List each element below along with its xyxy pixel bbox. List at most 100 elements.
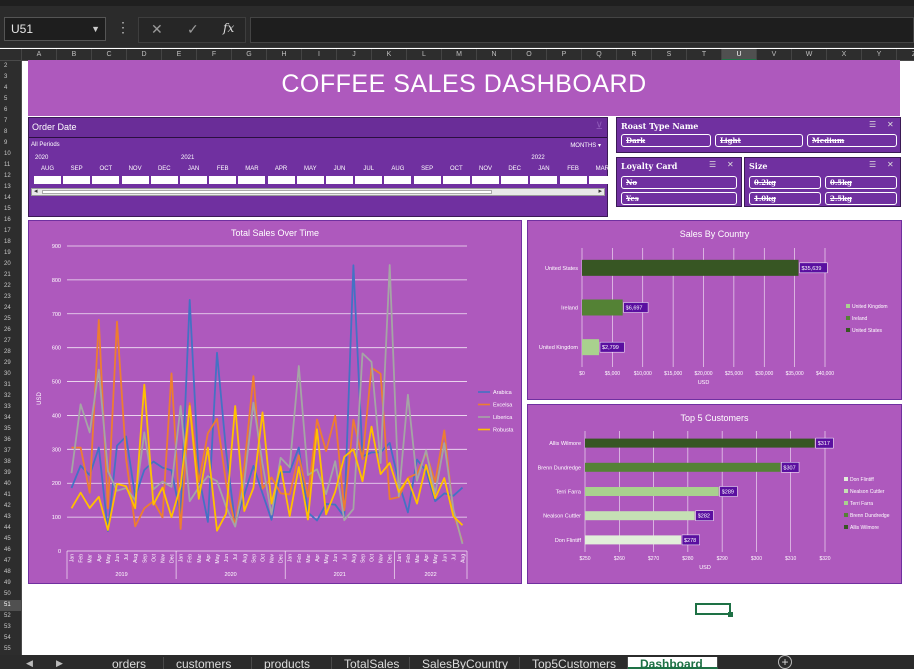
roast-item[interactable]: Medium [807,134,897,147]
timeline-scroll-thumb[interactable] [42,190,492,194]
tab-customers[interactable]: customers [164,657,252,669]
tab-scroll-left-icon[interactable]: ◀ [26,658,33,669]
row-header-17[interactable]: 17 [0,226,21,237]
scroll-left-icon[interactable]: ◂ [34,187,38,195]
row-header-18[interactable]: 18 [0,237,21,248]
order-date-timeline[interactable]: Order Date ⊻ All Periods MONTHS ▾ ◂ ▸ AU… [28,117,616,217]
tab-scroll-right-icon[interactable]: ▶ [56,658,63,669]
row-header-27[interactable]: 27 [0,336,21,347]
scroll-right-icon[interactable]: ▸ [598,187,602,195]
clear-filter-icon[interactable]: ⊻ [596,121,603,132]
timeline-month-cell[interactable] [326,176,353,184]
size-item[interactable]: 2.5kg [825,192,897,205]
timeline-month-cell[interactable] [209,176,237,184]
timeline-month-cell[interactable] [267,176,295,184]
tab-dashboard[interactable]: Dashboard [628,657,718,669]
timeline-month-cell[interactable] [34,176,61,184]
timeline-scrollbar[interactable]: ◂ ▸ [31,188,605,196]
timeline-month-cell[interactable] [413,176,441,184]
timeline-unit-dropdown[interactable]: MONTHS ▾ [570,142,601,149]
row-header-4[interactable]: 4 [0,83,21,94]
row-header-28[interactable]: 28 [0,347,21,358]
roast-type-slicer[interactable]: Roast Type Name ☰ ✕ Dark Light Medium [616,117,901,153]
row-header-33[interactable]: 33 [0,402,21,413]
row-header-31[interactable]: 31 [0,380,21,391]
tab-totalsales[interactable]: TotalSales [332,657,410,669]
row-header-20[interactable]: 20 [0,259,21,270]
row-header-8[interactable]: 8 [0,127,21,138]
row-header-9[interactable]: 9 [0,138,21,149]
row-header-7[interactable]: 7 [0,116,21,127]
timeline-month-cell[interactable] [92,176,120,184]
row-header-50[interactable]: 50 [0,589,21,600]
row-header-32[interactable]: 32 [0,391,21,402]
row-header-36[interactable]: 36 [0,435,21,446]
tab-top5customers[interactable]: Top5Customers [520,657,628,669]
row-header-41[interactable]: 41 [0,490,21,501]
top-customers-chart[interactable]: Top 5 Customers $250 $260 $270 $280 $290 $300… [527,404,902,584]
roast-item[interactable]: Dark [621,134,711,147]
row-header-30[interactable]: 30 [0,369,21,380]
row-header-55[interactable]: 55 [0,644,21,655]
row-header-19[interactable]: 19 [0,248,21,259]
more-options-icon[interactable]: ⋮ [116,19,130,36]
add-sheet-icon[interactable]: + [778,655,792,669]
row-header-45[interactable]: 45 [0,534,21,545]
clear-filter-icon[interactable]: ✕ [887,160,894,169]
tab-salesbycountry[interactable]: SalesByCountry [410,657,520,669]
row-header-34[interactable]: 34 [0,413,21,424]
timeline-month-cell[interactable] [559,176,587,184]
insert-function-icon[interactable]: fx [223,21,234,35]
row-header-40[interactable]: 40 [0,479,21,490]
formula-input[interactable] [250,17,914,43]
row-header-21[interactable]: 21 [0,270,21,281]
row-header-10[interactable]: 10 [0,149,21,160]
timeline-month-cell[interactable] [588,176,616,184]
row-header-11[interactable]: 11 [0,160,21,171]
row-header-39[interactable]: 39 [0,468,21,479]
multi-select-icon[interactable]: ☰ [709,160,716,169]
timeline-month-cell[interactable] [530,176,558,184]
row-header-25[interactable]: 25 [0,314,21,325]
selected-cell[interactable] [695,603,733,617]
row-header-6[interactable]: 6 [0,105,21,116]
timeline-month-cell[interactable] [150,176,178,184]
row-header-43[interactable]: 43 [0,512,21,523]
row-header-51[interactable]: 51 [0,600,21,611]
row-header-49[interactable]: 49 [0,578,21,589]
size-item[interactable]: 0.2kg [749,176,821,189]
timeline-month-cell[interactable] [238,176,266,184]
row-header-14[interactable]: 14 [0,193,21,204]
clear-filter-icon[interactable]: ✕ [727,160,734,169]
timeline-month-cell[interactable] [501,176,529,184]
loyalty-card-slicer[interactable]: Loyalty Card ☰ ✕ No Yes [616,157,742,207]
size-slicer[interactable]: Size ☰ ✕ 0.2kg 0.5kg 1.0kg 2.5kg [744,157,901,207]
loyalty-item[interactable]: No [621,176,737,189]
multi-select-icon[interactable]: ☰ [869,160,876,169]
row-header-47[interactable]: 47 [0,556,21,567]
row-header-52[interactable]: 52 [0,611,21,622]
timeline-month-cell[interactable] [384,176,412,184]
row-header-48[interactable]: 48 [0,567,21,578]
row-header-22[interactable]: 22 [0,281,21,292]
row-header-35[interactable]: 35 [0,424,21,435]
row-header-26[interactable]: 26 [0,325,21,336]
row-header-42[interactable]: 42 [0,501,21,512]
row-header-5[interactable]: 5 [0,94,21,105]
sales-by-country-chart[interactable]: Sales By Country $0 $5,000 $10,000 $15,000 $… [527,220,902,400]
row-header-38[interactable]: 38 [0,457,21,468]
row-header-15[interactable]: 15 [0,204,21,215]
select-all-corner[interactable] [0,49,22,61]
timeline-month-cell[interactable] [442,176,470,184]
timeline-month-cell[interactable] [296,176,324,184]
row-header-13[interactable]: 13 [0,182,21,193]
tab-orders[interactable]: orders [100,657,164,669]
loyalty-item[interactable]: Yes [621,192,737,205]
enter-icon[interactable]: ✓ [187,21,199,38]
chevron-down-icon[interactable]: ▼ [91,18,100,40]
row-header-2[interactable]: 2 [0,61,21,72]
size-item[interactable]: 1.0kg [749,192,821,205]
row-header-44[interactable]: 44 [0,523,21,534]
row-header-3[interactable]: 3 [0,72,21,83]
tab-products[interactable]: products [252,657,332,669]
